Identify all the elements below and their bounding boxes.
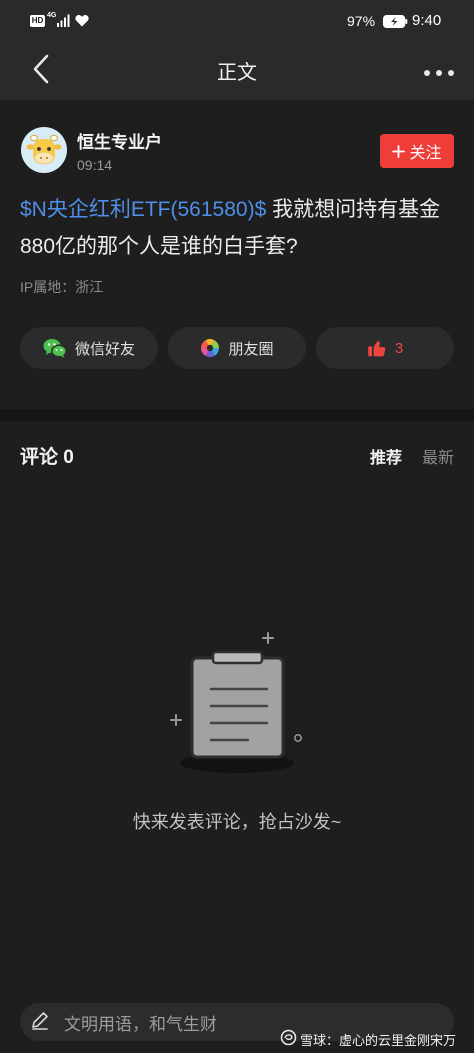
page-title: 正文 [217, 62, 257, 84]
compose-button[interactable] [30, 1010, 50, 1035]
comments-title: 评论 0 [20, 447, 74, 468]
clock: 9:40 [412, 12, 442, 29]
signal-icon [57, 14, 70, 32]
battery-icon [383, 15, 408, 33]
empty-comments-text: 快来发表评论，抢占沙发~ [132, 812, 342, 832]
share-moments-label: 朋友圈 [228, 340, 274, 358]
pencil-icon [32, 1012, 48, 1030]
more-dots-icon[interactable] [423, 69, 455, 77]
like-button[interactable]: 3 [316, 327, 454, 369]
ip-location: IP属地：浙江 [20, 279, 104, 295]
sort-latest-tab[interactable]: 最新 [422, 444, 454, 468]
more-button[interactable] [423, 64, 455, 82]
network-type: 4G [47, 12, 57, 19]
wechat-icon [43, 339, 67, 358]
post-detail-page: HD 4G 97% 9:40 正文 恒生专业户 09:14 关注 $N央企红利E… [0, 0, 474, 1053]
section-divider [0, 409, 474, 421]
watermark-logo [280, 1029, 297, 1051]
post-content: $N央企红利ETF(561580)$ 我就想问持有基金880亿的那个人是谁的白手… [20, 191, 454, 265]
plus-icon [392, 144, 406, 158]
like-count: 3 [394, 339, 404, 357]
battery-percent: 97% [347, 13, 376, 29]
share-wechat-label: 微信好友 [74, 340, 135, 358]
moments-icon [201, 339, 220, 357]
share-wechat-button[interactable]: 微信好友 [20, 327, 158, 369]
clipboard-icon [170, 632, 302, 773]
watermark: 雪球：虚心的云里金刚宋万 [300, 1033, 457, 1048]
comment-input-placeholder[interactable]: 文明用语，和气生财 [64, 1010, 217, 1035]
post-time: 09:14 [77, 157, 113, 173]
heart-icon [75, 14, 89, 32]
stock-tag-link[interactable]: $N央企红利ETF(561580)$ [20, 198, 266, 221]
sort-recommended-tab[interactable]: 推荐 [370, 444, 402, 468]
follow-label: 关注 [409, 145, 442, 162]
author-name[interactable]: 恒生专业户 [77, 128, 162, 153]
share-moments-button[interactable]: 朋友圈 [168, 327, 306, 369]
empty-comments-illustration [160, 625, 310, 780]
avatar[interactable] [21, 127, 67, 178]
thumbs-up-icon [368, 340, 386, 357]
cow-avatar-icon[interactable] [21, 127, 67, 173]
follow-button[interactable]: 关注 [380, 134, 454, 168]
hd-badge: HD [30, 15, 45, 27]
snowball-logo-icon [280, 1029, 297, 1046]
